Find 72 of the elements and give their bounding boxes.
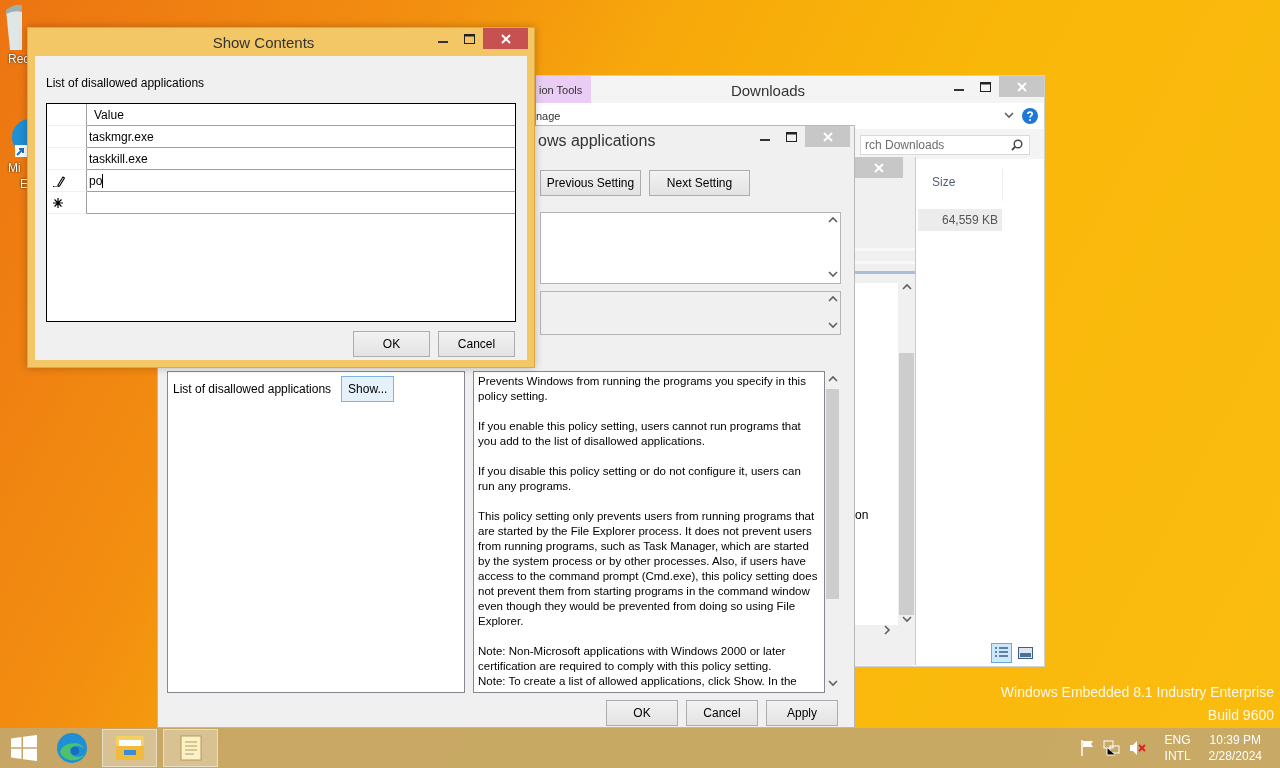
minimize-icon xyxy=(759,139,770,141)
scroll-down-icon[interactable] xyxy=(828,270,838,280)
minimize-icon xyxy=(953,89,964,91)
maximize-icon xyxy=(464,33,475,44)
help-paragraph: Note: To create a list of allowed applications, click Show. In the xyxy=(478,674,798,689)
item-text: on xyxy=(855,508,869,522)
taskbar-app-button[interactable] xyxy=(102,729,157,767)
size-cell[interactable]: 64,559 KB xyxy=(918,209,1002,231)
notepad-icon xyxy=(177,734,204,762)
window-title: Show Contents xyxy=(211,33,316,53)
next-setting-button[interactable]: Next Setting xyxy=(649,170,750,196)
help-paragraph: This policy setting only prevents users from running programs that are started by the File Explorer process. It does not prevent users from running programs, such as Task Manager, which are started by the system process or by other processes. Also, if users have access to the command prompt (Cmd.exe), this policy setting does not prevent them from starting programs in the command window even though they would be prevented from doing so using File Explorer. xyxy=(478,509,819,629)
text-cursor xyxy=(102,173,104,188)
close-icon xyxy=(874,162,884,173)
help-paragraph: If you enable this policy setting, users cannot run programs that you add to the list of disallowed applications. xyxy=(478,419,802,449)
ribbon-tab[interactable]: ion Tools xyxy=(536,76,591,103)
close-button[interactable] xyxy=(483,28,528,49)
maximize-icon xyxy=(980,81,991,92)
dialog-button[interactable]: Cancel xyxy=(686,700,758,726)
dialog-button[interactable]: OK xyxy=(606,700,678,726)
ok-button[interactable]: OK xyxy=(353,331,430,357)
recycle-bin-icon xyxy=(6,4,22,50)
show-button[interactable]: Show... xyxy=(341,376,395,402)
cancel-button[interactable]: Cancel xyxy=(438,331,515,357)
value-cell[interactable]: taskkill.exe xyxy=(87,148,515,170)
scroll-down-icon[interactable] xyxy=(901,615,912,625)
close-icon xyxy=(1016,81,1027,92)
pencil-icon xyxy=(53,174,65,187)
details-view-button[interactable] xyxy=(991,643,1012,663)
window-title: ows applications xyxy=(538,131,656,151)
icon-label: E xyxy=(19,177,28,191)
column-header[interactable]: Value xyxy=(87,104,515,126)
edition-text: Build 9600 xyxy=(1207,707,1274,724)
browser-icon xyxy=(56,732,88,764)
scroll-down-icon[interactable] xyxy=(828,321,838,331)
details-view-icon xyxy=(994,646,1009,660)
ribbon-tab[interactable]: nage xyxy=(536,110,996,122)
row-header xyxy=(47,104,87,126)
scroll-down-icon[interactable] xyxy=(827,679,838,689)
close-icon xyxy=(822,131,833,142)
edition-text: Windows Embedded 8.1 Industry Enterprise xyxy=(1000,684,1274,701)
help-icon[interactable] xyxy=(1022,108,1038,124)
row-header[interactable] xyxy=(47,148,87,170)
value-cell[interactable]: taskmgr.exe xyxy=(87,126,515,148)
minimize-icon xyxy=(437,41,448,43)
list-label: List of disallowed applications xyxy=(46,76,206,90)
maximize-icon xyxy=(786,131,797,142)
column-header[interactable]: Size xyxy=(918,169,1003,201)
value-input[interactable]: po xyxy=(87,170,515,192)
help-paragraph: Prevents Windows from running the programs you specify in this policy setting. xyxy=(478,374,807,404)
help-paragraph: If you disable this policy setting or do not configure it, users can run any programs. xyxy=(478,464,802,494)
window-title: Downloads xyxy=(729,81,807,101)
comment-field[interactable] xyxy=(540,212,841,284)
help-paragraph: Note: Non-Microsoft applications with Windows 2000 or later certification are required to comply with this policy setting. xyxy=(478,644,787,674)
row-header[interactable] xyxy=(47,126,87,148)
dialog-button[interactable]: Apply xyxy=(766,700,838,726)
tiles-view-icon xyxy=(1018,647,1033,659)
new-row-icon xyxy=(53,197,63,208)
icon-label: Rec xyxy=(7,52,30,66)
speaker-muted-icon[interactable] xyxy=(1128,740,1147,756)
option-label: List of disallowed applications xyxy=(173,381,332,396)
windows-logo-icon xyxy=(11,735,37,761)
search-field[interactable]: rch Downloads xyxy=(860,135,1030,155)
expand-ribbon-icon[interactable] xyxy=(1004,111,1014,121)
close-icon xyxy=(500,33,511,44)
icon-label: Mi xyxy=(7,161,21,175)
recycle-bin-shortcut[interactable]: Rec xyxy=(6,4,27,66)
scroll-right-icon[interactable] xyxy=(883,625,893,635)
previous-setting-button[interactable]: Previous Setting xyxy=(540,170,641,196)
network-icon[interactable] xyxy=(1102,740,1121,756)
search-icon xyxy=(1011,139,1023,151)
folder-icon xyxy=(113,734,146,762)
